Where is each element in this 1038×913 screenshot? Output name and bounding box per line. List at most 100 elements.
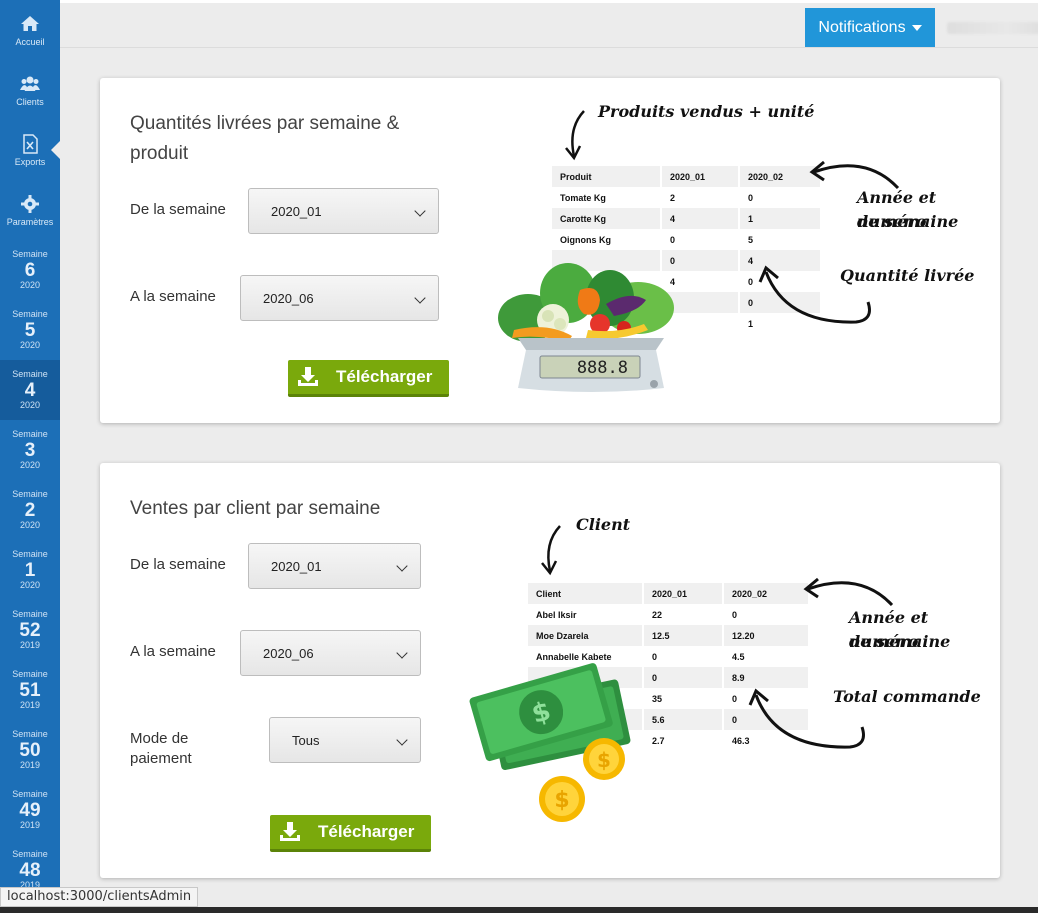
sidebar-item-parametres[interactable]: Paramètres	[0, 180, 60, 240]
week-number: 48	[19, 860, 41, 881]
sidebar-week-item[interactable]: Semaine 3 2020	[0, 420, 60, 480]
to-week-select[interactable]: 2020_06	[240, 275, 439, 321]
payment-mode-label: Mode de paiement	[130, 730, 192, 767]
sidebar-week-item[interactable]: Semaine 5 2020	[0, 300, 60, 360]
sidebar-item-accueil[interactable]: Accueil	[0, 0, 60, 60]
week-label: Semaine	[12, 369, 48, 379]
table-header-row: Produit 2020_01 2020_02	[552, 166, 820, 187]
user-menu[interactable]	[937, 8, 1038, 47]
table-cell: 1	[740, 208, 820, 229]
money-image: $ $ $	[469, 663, 631, 822]
week-label: Semaine	[12, 789, 48, 799]
sidebar-item-exports[interactable]: Exports	[0, 120, 60, 180]
week-label: Semaine	[12, 249, 48, 259]
arrow-icon	[809, 160, 900, 190]
week-year: 2020	[19, 460, 41, 470]
to-week-select[interactable]: 2020_06	[240, 630, 421, 676]
download-label: Télécharger	[318, 822, 415, 841]
chevron-down-icon	[396, 560, 408, 572]
chevron-down-icon	[396, 647, 408, 659]
notifications-label: Notifications	[818, 18, 906, 36]
table-cell: 5	[748, 234, 754, 245]
week-year: 2020	[19, 580, 41, 590]
sidebar-week-item[interactable]: Semaine 50 2019	[0, 720, 60, 780]
table-cell: Moe Dzarela	[528, 625, 642, 646]
from-week-select[interactable]: 2020_01	[248, 543, 421, 589]
arrow-icon	[565, 110, 585, 161]
gear-icon	[21, 194, 39, 213]
sidebar-item-clients[interactable]: Clients	[0, 60, 60, 120]
week-label: Semaine	[12, 549, 48, 559]
sidebar-week-item[interactable]: Semaine 4 2020	[0, 360, 60, 420]
from-week-label: De la semaine	[130, 556, 226, 573]
from-week-value: 2020_01	[271, 558, 322, 574]
card-title: Quantités livrées par semaine & produit	[130, 113, 400, 164]
week-number: 4	[24, 380, 36, 401]
sidebar-week-item[interactable]: Semaine 6 2020	[0, 240, 60, 300]
handwritten-note: Client	[576, 515, 631, 534]
from-week-value: 2020_01	[271, 203, 322, 219]
week-number: 5	[24, 320, 36, 341]
week-year: 2019	[19, 760, 41, 770]
browser-status-url: localhost:3000/clientsAdmin	[0, 887, 199, 907]
export-card-quantities: Quantités livrées par semaine & produit …	[100, 78, 1000, 423]
week-year: 2019	[19, 700, 41, 710]
week-label: Semaine	[12, 609, 48, 619]
excel-file-icon	[23, 133, 38, 154]
table-cell: 0	[652, 651, 658, 662]
scale-display: 888.8	[577, 358, 628, 378]
week-number: 51	[19, 680, 41, 701]
to-week-value: 2020_06	[263, 645, 314, 661]
week-year: 2020	[19, 520, 41, 530]
table-cell: 2020_02	[724, 583, 808, 604]
table-row: Abel Iksir 22 0	[528, 604, 808, 625]
table-cell: Carotte Kg	[552, 208, 660, 229]
chevron-down-icon	[414, 205, 426, 217]
table-row: Carotte Kg 4 1	[552, 208, 820, 229]
handwritten-note: de semaine	[857, 212, 959, 231]
week-year: 2020	[19, 280, 41, 290]
to-week-label: A la semaine	[130, 643, 216, 660]
week-label: Semaine	[12, 429, 48, 439]
sidebar-item-label: Paramètres	[6, 216, 54, 227]
sidebar-week-item[interactable]: Semaine 1 2020	[0, 540, 60, 600]
download-button[interactable]: Télécharger	[270, 815, 431, 852]
download-button[interactable]: Télécharger	[288, 360, 449, 397]
to-week-value: 2020_06	[263, 290, 314, 306]
table-cell: Tomate Kg	[560, 192, 606, 203]
sidebar-week-item[interactable]: Semaine 2 2020	[0, 480, 60, 540]
arrow-icon	[748, 688, 865, 749]
from-week-select[interactable]: 2020_01	[248, 188, 439, 234]
sidebar-week-item[interactable]: Semaine 52 2019	[0, 600, 60, 660]
table-cell: 4	[662, 208, 738, 229]
table-cell: 2020_01	[644, 583, 722, 604]
table-cell: 4.5	[732, 651, 745, 662]
blurred-username	[947, 21, 1038, 34]
sidebar-week-item[interactable]: Semaine 49 2019	[0, 780, 60, 840]
caret-down-icon	[911, 24, 922, 31]
table-header-row: Client 2020_01 2020_02	[528, 583, 808, 604]
week-year: 2020	[19, 400, 41, 410]
week-number: 50	[19, 740, 41, 761]
table-cell: 12.5	[644, 625, 722, 646]
svg-text:$: $	[597, 748, 611, 772]
table-cell: 2020_01	[662, 166, 738, 187]
week-year: 2019	[19, 640, 41, 650]
week-year: 2019	[19, 820, 41, 830]
sidebar-week-item[interactable]: Semaine 51 2019	[0, 660, 60, 720]
to-week-label: A la semaine	[130, 288, 216, 305]
home-icon	[21, 15, 39, 31]
users-icon	[20, 76, 40, 91]
card-title: Ventes par client par semaine	[130, 498, 381, 519]
payment-mode-select[interactable]: Tous	[269, 717, 421, 763]
notifications-button[interactable]: Notifications	[805, 8, 935, 47]
chevron-down-icon	[414, 292, 426, 304]
week-number: 2	[24, 500, 36, 521]
week-number: 1	[24, 560, 36, 581]
week-year: 2020	[19, 340, 41, 350]
handwritten-note: Produits vendus + unité	[598, 102, 815, 121]
table-cell: Produit	[552, 166, 660, 187]
download-icon	[298, 367, 318, 386]
table-cell: 0	[644, 667, 722, 688]
table-cell: 2	[670, 192, 676, 203]
